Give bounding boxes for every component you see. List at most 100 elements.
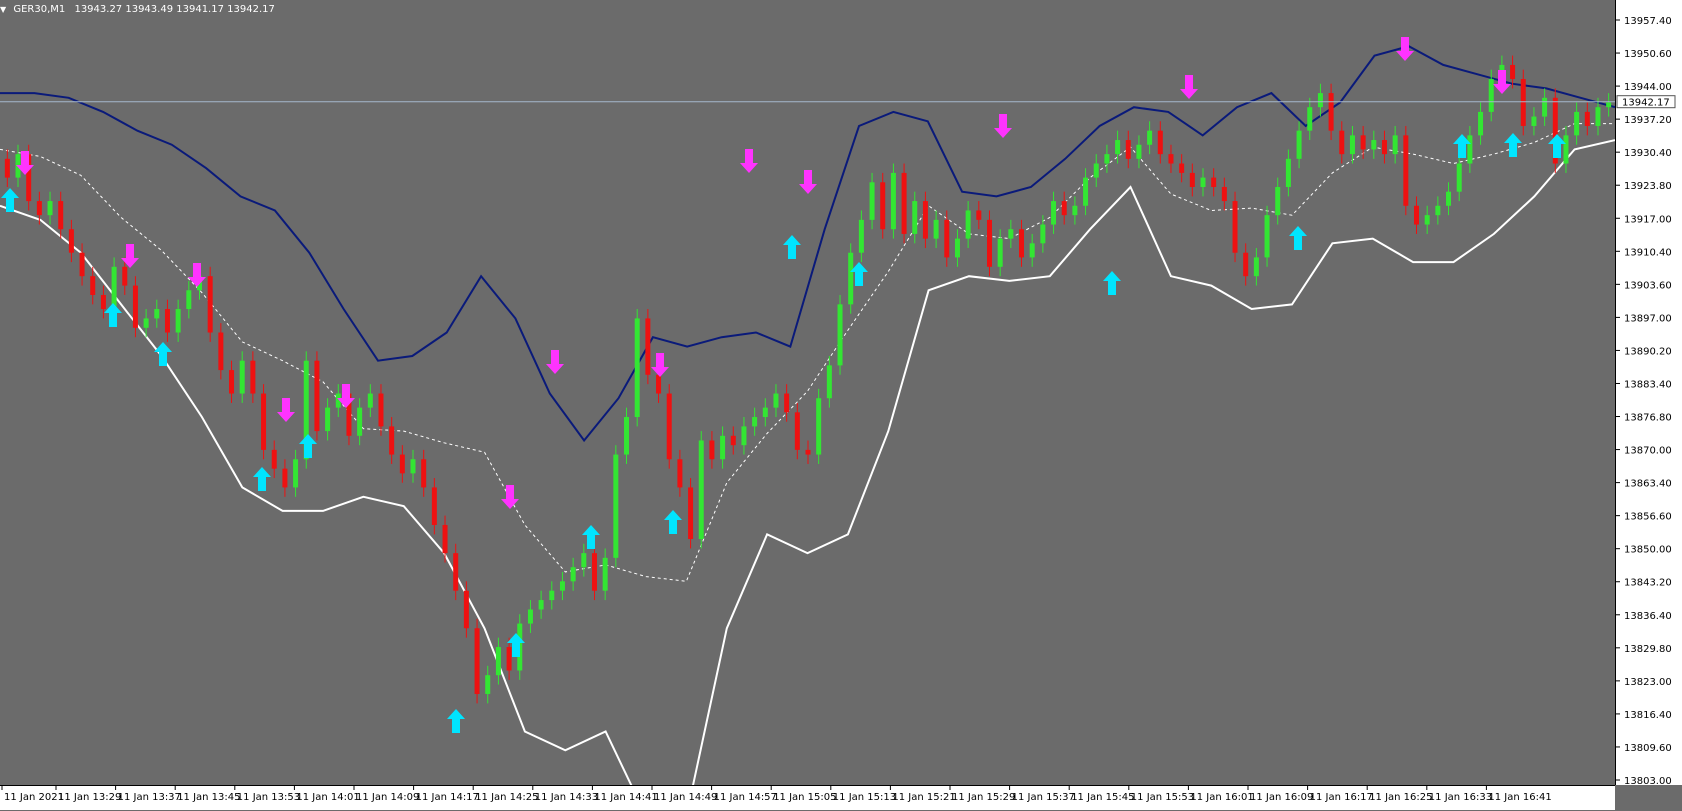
price-label: 13917.00 xyxy=(1624,214,1672,225)
candle-body xyxy=(36,201,42,216)
candle-body xyxy=(656,374,662,394)
price-axis[interactable]: 13957.40 13950.60 13944.00 13937.20 13930.40… xyxy=(1615,0,1682,785)
candle-body xyxy=(4,158,10,178)
candle-body xyxy=(869,182,875,220)
candle-body xyxy=(1424,215,1430,225)
price-label: 13944.00 xyxy=(1624,82,1672,93)
candle-body xyxy=(58,201,64,230)
candle-body xyxy=(1051,201,1057,225)
price-label: 13816.40 xyxy=(1624,710,1672,721)
candle-body xyxy=(1253,257,1259,277)
candle-body xyxy=(954,238,960,258)
price-chart[interactable]: ▼ GER30,M1 13943.27 13943.49 13941.17 13… xyxy=(0,0,1615,785)
buy-arrow-shape xyxy=(582,525,600,549)
buy-arrow-shape xyxy=(154,342,172,366)
time-label: 11 Jan 16:01 xyxy=(1190,792,1253,803)
candle-body xyxy=(773,393,779,408)
candle-body xyxy=(613,454,619,558)
sell-arrow-shape xyxy=(651,353,669,377)
candle-body xyxy=(431,487,437,525)
candle-body xyxy=(730,435,736,446)
price-label: 13897.00 xyxy=(1624,313,1672,324)
candle-body xyxy=(752,417,758,427)
candle-body xyxy=(175,309,181,333)
candle-body xyxy=(527,609,533,624)
candle-body xyxy=(1093,163,1099,178)
candle-body xyxy=(79,252,85,277)
buy-arrow-icon xyxy=(582,525,600,549)
sell-arrow-icon xyxy=(277,398,295,422)
buy-arrow-shape xyxy=(104,303,122,327)
candle-body xyxy=(421,459,427,488)
candle-body xyxy=(1040,224,1046,244)
buy-arrow-shape xyxy=(253,467,271,491)
time-label: 11 Jan 16:41 xyxy=(1488,792,1551,803)
candle-body xyxy=(1211,177,1217,187)
candle-body xyxy=(933,219,939,239)
candle-body xyxy=(1200,177,1206,187)
candle-body xyxy=(965,210,971,239)
candle-body xyxy=(1221,186,1227,202)
time-label: 11 Jan 13:45 xyxy=(177,792,240,803)
candle-body xyxy=(485,675,491,694)
candle-body xyxy=(1115,140,1121,155)
price-label: 13836.40 xyxy=(1624,611,1672,622)
candle-body xyxy=(1275,186,1281,216)
candle-body xyxy=(688,487,694,540)
sell-arrow-shape xyxy=(799,170,817,194)
price-label: 13950.60 xyxy=(1624,49,1672,60)
candle-body xyxy=(261,393,267,450)
candle-body xyxy=(602,557,608,591)
candle-body xyxy=(1510,64,1516,80)
candle-body xyxy=(68,229,74,253)
price-label: 13957.40 xyxy=(1624,16,1672,27)
time-label: 11 Jan 16:17 xyxy=(1310,792,1373,803)
candle-body xyxy=(293,459,299,488)
candle-body xyxy=(698,440,704,540)
price-label: 13803.00 xyxy=(1624,776,1672,785)
candle-body xyxy=(325,407,331,432)
candle-body xyxy=(229,370,235,394)
sell-arrow-shape xyxy=(277,398,295,422)
price-label: 13870.00 xyxy=(1624,446,1672,457)
candle-body xyxy=(186,290,192,310)
candle-body xyxy=(1083,177,1089,206)
candle-body xyxy=(837,304,843,366)
candle-body xyxy=(634,318,640,418)
sell-arrow-shape xyxy=(1180,75,1198,99)
candle-body xyxy=(986,219,992,267)
candle-body xyxy=(645,318,651,375)
time-label: 11 Jan 13:29 xyxy=(58,792,121,803)
candle-body xyxy=(794,412,800,450)
candle-body xyxy=(741,426,747,446)
candle-body xyxy=(762,407,768,418)
candle-body xyxy=(1264,215,1270,258)
candle-body xyxy=(1168,154,1174,164)
time-axis[interactable]: 11 Jan 2021 11 Jan 13:29 11 Jan 13:37 11 Ja… xyxy=(0,785,1615,810)
candle-body xyxy=(111,266,117,310)
buy-arrow-icon xyxy=(1504,133,1522,157)
current-price-label: 13942.17 xyxy=(1622,98,1670,109)
time-label: 11 Jan 15:13 xyxy=(833,792,896,803)
price-label: 13890.20 xyxy=(1624,346,1672,357)
buy-arrow-icon xyxy=(1,188,19,212)
candle-body xyxy=(848,252,854,305)
buy-arrow-icon xyxy=(783,235,801,259)
time-label: 11 Jan 14:01 xyxy=(296,792,359,803)
buy-arrow-icon xyxy=(1289,226,1307,250)
candle-body xyxy=(143,318,149,328)
time-label: 11 Jan 15:05 xyxy=(773,792,836,803)
price-label: 13809.60 xyxy=(1624,743,1672,754)
candle-body xyxy=(1008,229,1014,239)
candle-body xyxy=(1456,163,1462,192)
sell-arrow-shape xyxy=(994,114,1012,138)
candle-body xyxy=(453,553,459,591)
sell-arrow-icon xyxy=(799,170,817,194)
sell-arrow-shape xyxy=(121,244,139,268)
candle-body xyxy=(559,581,565,591)
candle-body xyxy=(207,276,213,333)
sell-arrow-shape xyxy=(546,350,564,374)
candle-body xyxy=(463,590,469,629)
sell-arrow-shape xyxy=(188,263,206,287)
price-label: 13937.20 xyxy=(1624,115,1672,126)
